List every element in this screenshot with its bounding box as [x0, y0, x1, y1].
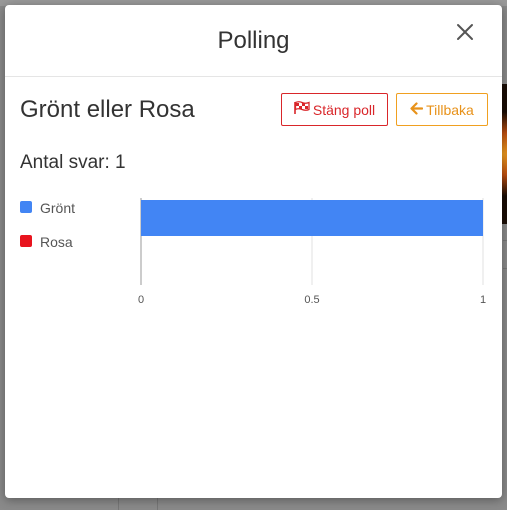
bar-chart: 0 0.5 1	[138, 198, 486, 306]
x-tick-label: 0.5	[304, 294, 319, 306]
background-element	[118, 498, 158, 510]
x-tick-label: 1	[480, 294, 486, 306]
background-divider	[503, 268, 507, 269]
poll-modal: Polling Grönt eller Rosa Stäng poll Till…	[5, 5, 502, 498]
background-divider	[503, 240, 507, 241]
x-tick-label: 0	[138, 294, 144, 306]
background-image	[502, 84, 507, 224]
bar-gr-nt[interactable]	[141, 200, 483, 236]
